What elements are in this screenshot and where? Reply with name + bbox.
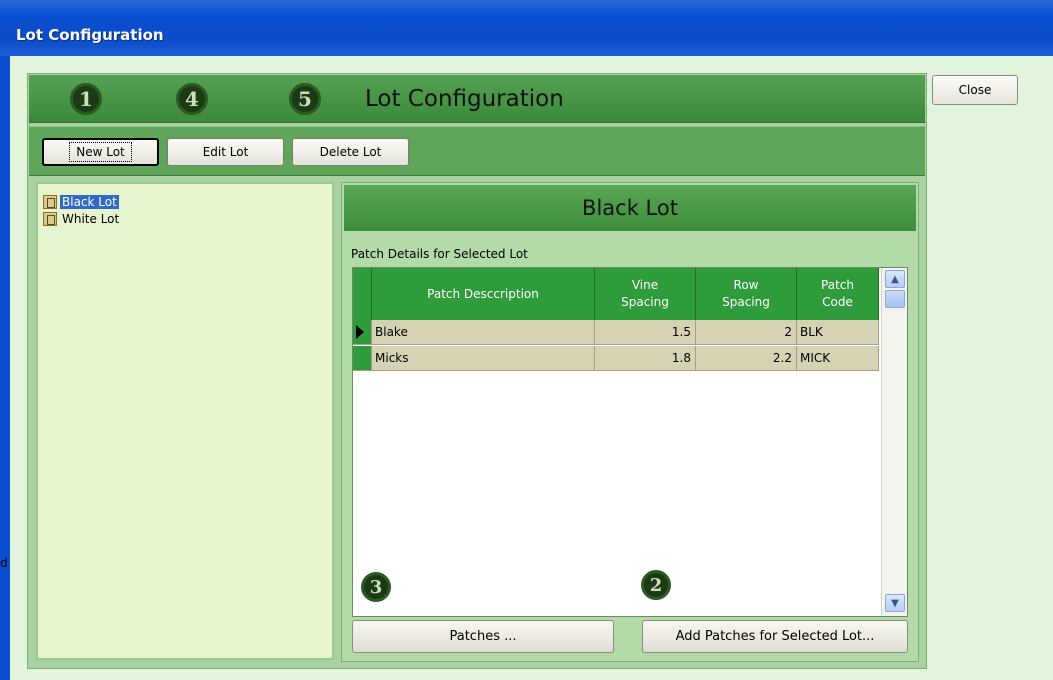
lot-detail-panel: Black Lot Patch Details for Selected Lot… xyxy=(341,182,919,662)
add-patches-button-label: Add Patches for Selected Lot... xyxy=(675,629,875,644)
edit-lot-label: Edit Lot xyxy=(202,145,249,159)
table-cell-row-spacing[interactable]: 2.2 xyxy=(696,346,797,371)
step-badge-2: 2 xyxy=(641,570,671,600)
step-badge-1: 1 xyxy=(70,83,102,115)
table-cell-description[interactable]: Micks xyxy=(372,346,595,371)
scroll-thumb[interactable] xyxy=(885,290,905,308)
step-badge-5: 5 xyxy=(289,83,321,115)
new-lot-label: New Lot xyxy=(69,142,132,162)
lot-icon xyxy=(43,195,57,209)
current-row-arrow-icon xyxy=(356,325,364,339)
patch-details-label: Patch Details for Selected Lot xyxy=(351,247,528,261)
column-header-description[interactable]: Patch Desccription xyxy=(372,268,595,320)
close-button-label: Close xyxy=(958,83,992,97)
table-cell-vine-spacing[interactable]: 1.8 xyxy=(595,346,696,371)
window-border xyxy=(0,56,10,680)
patches-button-label: Patches ... xyxy=(449,629,517,644)
patches-button[interactable]: Patches ... xyxy=(352,620,614,653)
table-cell-patch-code[interactable]: BLK xyxy=(797,320,879,345)
scroll-down-icon[interactable]: ▼ xyxy=(885,594,905,612)
column-header-vine-spacing[interactable]: Vine Spacing xyxy=(595,268,696,320)
edit-lot-button[interactable]: Edit Lot xyxy=(167,138,284,166)
tree-item-black-lot[interactable]: Black Lot xyxy=(43,194,119,210)
column-header-row-spacing[interactable]: Row Spacing xyxy=(696,268,797,320)
grid-vertical-scrollbar[interactable]: ▲ ▼ xyxy=(881,268,907,616)
tree-item-white-lot[interactable]: White Lot xyxy=(43,211,121,227)
lot-configuration-window: Lot Configuration d Close 1 4 5 Lot Conf… xyxy=(0,0,1053,680)
row-selector[interactable] xyxy=(353,320,372,345)
delete-lot-button[interactable]: Delete Lot xyxy=(292,138,409,166)
tree-item-label: Black Lot xyxy=(60,195,119,209)
patch-grid[interactable]: Patch Desccription Vine Spacing Row Spac… xyxy=(352,267,908,617)
page-title: Lot Configuration xyxy=(365,86,564,112)
table-cell-vine-spacing[interactable]: 1.5 xyxy=(595,320,696,345)
main-panel: 1 4 5 Lot Configuration New Lot Edit Lot… xyxy=(27,73,927,669)
tree-item-label: White Lot xyxy=(62,212,120,226)
table-cell-description[interactable]: Blake xyxy=(372,320,595,345)
header-band: 1 4 5 Lot Configuration xyxy=(29,75,925,123)
window-titlebar[interactable]: Lot Configuration xyxy=(0,0,1053,56)
grid-corner xyxy=(353,268,372,320)
toolbar: New Lot Edit Lot Delete Lot xyxy=(29,126,925,176)
window-title: Lot Configuration xyxy=(16,26,164,44)
lot-detail-header: Black Lot xyxy=(344,185,916,231)
step-badge-3: 3 xyxy=(361,572,391,602)
lot-icon xyxy=(43,212,57,226)
lot-tree[interactable]: Black Lot White Lot xyxy=(36,182,334,660)
table-cell-patch-code[interactable]: MICK xyxy=(797,346,879,371)
add-patches-button[interactable]: Add Patches for Selected Lot... xyxy=(642,620,908,653)
new-lot-button[interactable]: New Lot xyxy=(42,138,159,166)
table-cell-row-spacing[interactable]: 2 xyxy=(696,320,797,345)
delete-lot-label: Delete Lot xyxy=(319,145,382,159)
clipped-text: d xyxy=(0,556,8,570)
lot-detail-title: Black Lot xyxy=(582,196,678,220)
scroll-up-icon[interactable]: ▲ xyxy=(885,270,905,288)
column-header-patch-code[interactable]: Patch Code xyxy=(797,268,879,320)
step-badge-4: 4 xyxy=(176,83,208,115)
row-selector[interactable] xyxy=(353,346,372,371)
close-button[interactable]: Close xyxy=(932,75,1018,105)
